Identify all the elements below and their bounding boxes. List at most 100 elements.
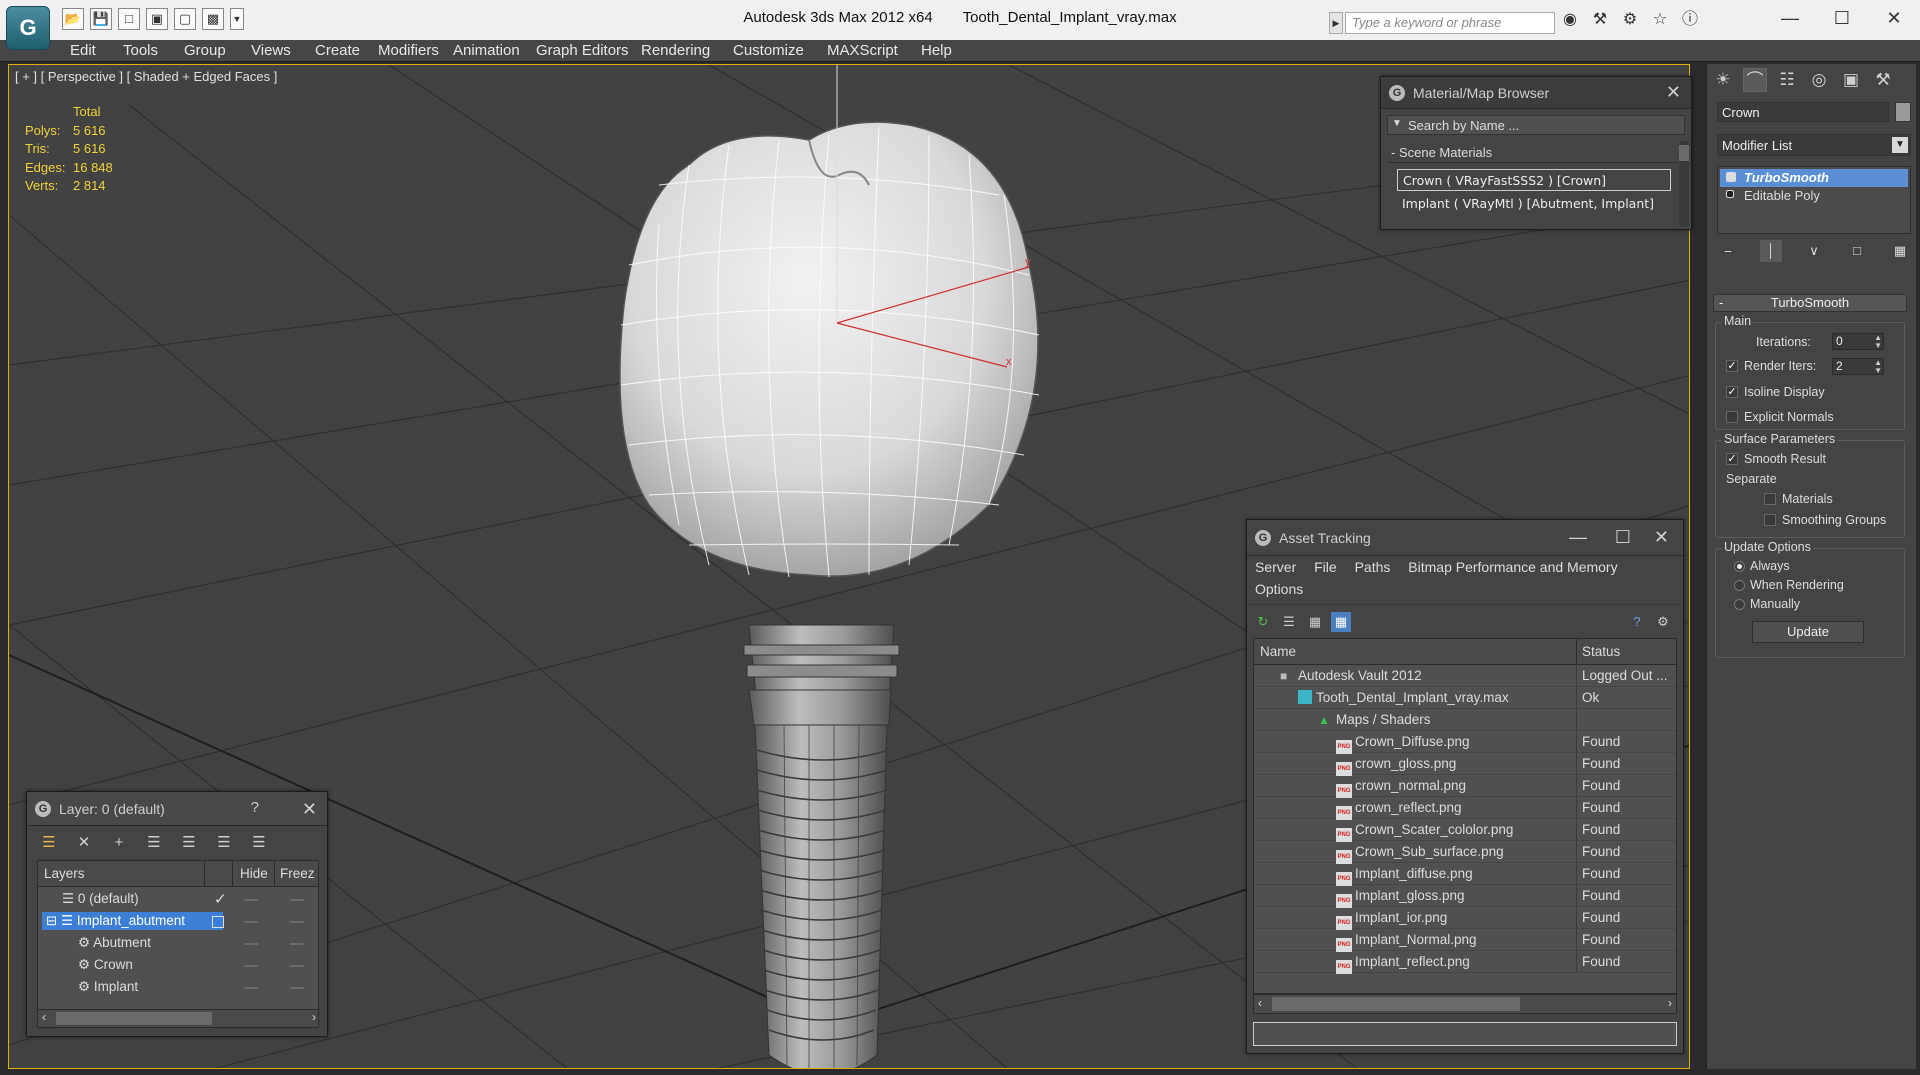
save-file-icon[interactable]: 💾 <box>90 8 112 30</box>
remove-modifier-icon[interactable]: □ <box>1846 240 1868 262</box>
asset-menu-paths[interactable]: Paths <box>1355 559 1391 575</box>
menu-views[interactable]: Views <box>251 42 291 59</box>
subscription-key-icon[interactable]: ⚒ <box>1590 10 1610 30</box>
menu-animation[interactable]: Animation <box>453 42 520 59</box>
list-view-icon[interactable]: ☰ <box>1279 612 1299 632</box>
material-entry-implant[interactable]: Implant ( VRayMtl ) [Abutment, Implant] <box>1397 193 1671 215</box>
collapse-icon[interactable]: - <box>1719 295 1723 310</box>
menu-rendering[interactable]: Rendering <box>641 42 710 59</box>
viewport-label[interactable]: [ + ] [ Perspective ] [ Shaded + Edged F… <box>15 69 277 84</box>
table-row[interactable]: ■ Autodesk Vault 2012 Logged Out ... <box>1254 665 1676 687</box>
open-file-icon[interactable]: 📂 <box>62 8 84 30</box>
iterations-spinner[interactable]: 0 ▲ ▼ <box>1832 333 1884 350</box>
asset-path-field[interactable] <box>1253 1022 1677 1046</box>
table-row[interactable]: PNG Crown_Diffuse.png Found <box>1254 731 1676 754</box>
configure-modifier-sets-icon[interactable]: ▦ <box>1889 240 1911 262</box>
scrollbar-thumb[interactable] <box>1272 997 1520 1011</box>
hide-toggle[interactable] <box>244 965 258 967</box>
expand-plus-icon[interactable] <box>1726 190 1734 198</box>
render-iters-checkbox[interactable]: ✓ <box>1726 360 1738 372</box>
table-view-icon[interactable]: ▦ <box>1331 612 1351 632</box>
thumbnail-view-icon[interactable]: ▦ <box>1305 612 1325 632</box>
asset-menu-options[interactable]: Options <box>1255 581 1303 597</box>
table-row[interactable]: Tooth_Dental_Implant_vray.max Ok <box>1254 687 1676 709</box>
table-row[interactable]: PNG Crown_Scater_cololor.png Found <box>1254 819 1676 842</box>
object-color-swatch[interactable] <box>1895 102 1911 122</box>
freeze-all-icon[interactable]: ☰ <box>247 832 271 854</box>
current-layer-check-icon[interactable]: ✓ <box>214 890 227 908</box>
hold-icon[interactable]: ▢ <box>174 8 196 30</box>
display-tab-icon[interactable]: ▣ <box>1839 68 1863 92</box>
hide-toggle[interactable] <box>244 921 258 923</box>
customize-dropdown-icon[interactable]: ▼ <box>230 8 244 30</box>
object-name-field[interactable]: Crown <box>1717 102 1889 122</box>
column-divider[interactable] <box>274 861 275 887</box>
stack-item-editable-poly[interactable]: Editable Poly <box>1720 187 1908 205</box>
menu-group[interactable]: Group <box>184 42 226 59</box>
separate-materials-checkbox[interactable] <box>1764 493 1776 505</box>
hide-toggle[interactable] <box>244 987 258 989</box>
undo-icon[interactable]: □ <box>118 8 140 30</box>
table-row[interactable]: PNG Implant_diffuse.png Found <box>1254 863 1676 886</box>
refresh-icon[interactable]: ↻ <box>1253 612 1273 632</box>
stack-item-turbosmooth[interactable]: TurboSmooth <box>1720 169 1908 187</box>
column-status[interactable]: Status <box>1582 644 1620 659</box>
material-browser-scrollbar[interactable] <box>1679 141 1689 227</box>
material-browser-titlebar[interactable]: G Material/Map Browser ✕ <box>1381 77 1691 109</box>
modifier-list-dropdown[interactable]: Modifier List ▼ <box>1717 134 1911 156</box>
lightbulb-icon[interactable] <box>1726 172 1736 182</box>
hide-toggle[interactable] <box>244 899 258 901</box>
update-when-rendering-radio[interactable] <box>1734 580 1745 591</box>
scroll-right-icon[interactable]: › <box>312 1010 316 1024</box>
make-unique-icon[interactable]: ∨ <box>1803 240 1825 262</box>
table-row[interactable]: PNG Implant_ior.png Found <box>1254 907 1676 930</box>
asset-menu-bitmap-performance[interactable]: Bitmap Performance and Memory <box>1408 559 1617 575</box>
layer-horizontal-scrollbar[interactable]: ‹ › <box>38 1009 318 1027</box>
delete-layer-icon[interactable]: ✕ <box>72 832 96 854</box>
turbosmooth-rollout-title[interactable]: - TurboSmooth <box>1713 294 1907 312</box>
close-button[interactable]: ✕ <box>1868 0 1920 38</box>
freeze-toggle[interactable] <box>290 965 304 967</box>
update-always-radio[interactable] <box>1734 561 1745 572</box>
render-iters-spinner[interactable]: 2 ▲ ▼ <box>1832 358 1884 375</box>
column-hide[interactable]: Hide <box>240 866 268 881</box>
spinner-arrows-icon[interactable]: ▲ ▼ <box>1874 334 1882 350</box>
close-icon[interactable]: ✕ <box>1666 82 1681 103</box>
spinner-arrows-icon[interactable]: ▲ ▼ <box>1874 359 1882 375</box>
update-manually-radio[interactable] <box>1734 599 1745 610</box>
column-divider[interactable] <box>232 861 233 887</box>
column-name[interactable]: Name <box>1260 644 1296 659</box>
menu-maxscript[interactable]: MAXScript <box>827 42 898 59</box>
search-input[interactable]: Type a keyword or phrase <box>1345 12 1555 34</box>
table-row[interactable]: PNG Implant_reflect.png Found <box>1254 951 1676 974</box>
maximize-icon[interactable]: ☐ <box>1615 527 1631 548</box>
binoculars-icon[interactable]: ◉ <box>1560 10 1580 30</box>
explicit-normals-checkbox[interactable] <box>1726 411 1738 423</box>
help-icon[interactable]: ? <box>1627 612 1647 632</box>
hierarchy-tab-icon[interactable]: ☷ <box>1775 68 1799 92</box>
pin-stack-icon[interactable]: ⎯ <box>1717 240 1739 262</box>
table-row[interactable]: PNG crown_gloss.png Found <box>1254 753 1676 776</box>
minimize-button[interactable]: — <box>1764 0 1816 38</box>
menu-modifiers[interactable]: Modifiers <box>378 42 439 59</box>
hide-toggle[interactable] <box>244 943 258 945</box>
table-row[interactable]: PNG Implant_Normal.png Found <box>1254 929 1676 952</box>
column-freeze[interactable]: Freez <box>280 866 315 881</box>
layer-row[interactable]: ⚙ Abutment <box>38 933 318 955</box>
search-options-icon[interactable]: ▼ <box>1392 118 1402 129</box>
motion-tab-icon[interactable]: ◎ <box>1807 68 1831 92</box>
column-divider[interactable] <box>204 861 205 887</box>
scene-materials-group[interactable]: - Scene Materials <box>1387 145 1677 163</box>
menu-create[interactable]: Create <box>315 42 360 59</box>
column-divider[interactable] <box>1576 639 1577 665</box>
favorites-star-icon[interactable]: ☆ <box>1650 10 1670 30</box>
highlight-layer-icon[interactable]: ☰ <box>177 832 201 854</box>
menu-customize[interactable]: Customize <box>733 42 804 59</box>
maximize-button[interactable]: ☐ <box>1816 0 1868 38</box>
app-logo[interactable]: G <box>6 6 50 50</box>
hide-all-icon[interactable]: ☰ <box>212 832 236 854</box>
search-expand-icon[interactable]: ▶ <box>1329 12 1343 34</box>
table-row[interactable]: PNG crown_reflect.png Found <box>1254 797 1676 820</box>
show-end-result-icon[interactable]: │ <box>1760 240 1782 262</box>
minimize-icon[interactable]: — <box>1569 527 1587 548</box>
